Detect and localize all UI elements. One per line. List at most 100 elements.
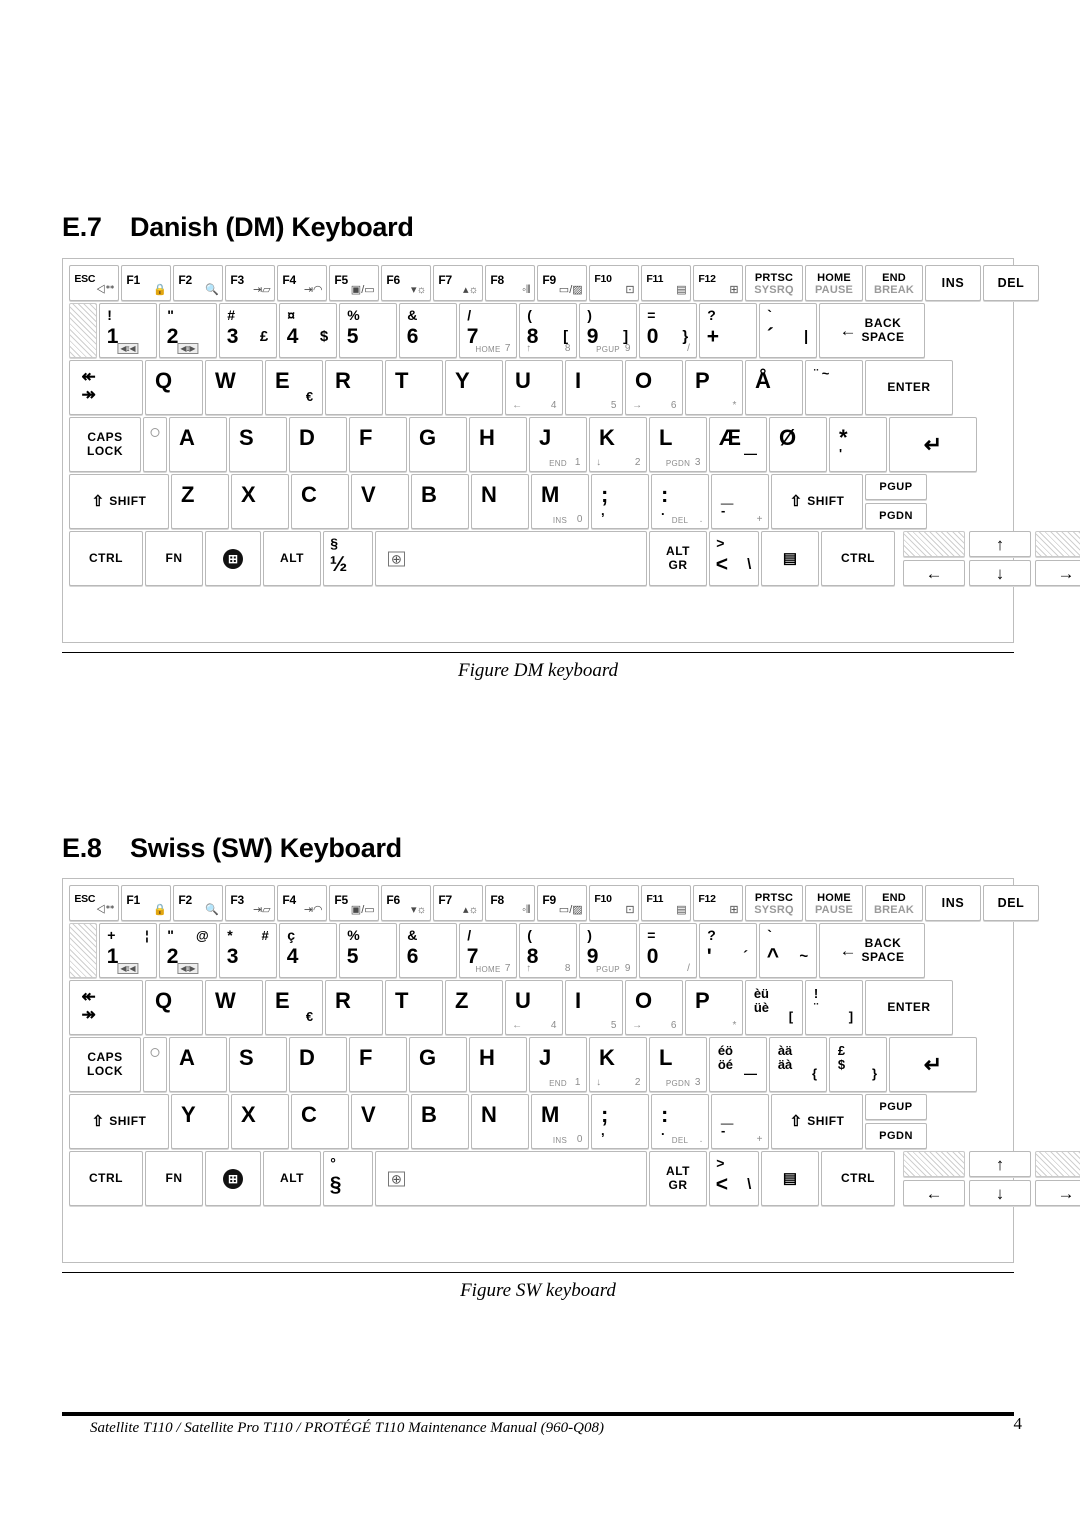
key-arrow-up[interactable]: ↑ (969, 1151, 1031, 1177)
key-3[interactable]: #3 £ (219, 303, 277, 358)
key-display-switch-icon[interactable]: F5 ▣/▭ (329, 885, 379, 921)
key--[interactable]: ? ' ´ (699, 923, 757, 978)
key-pgup[interactable]: PGUP (865, 474, 927, 500)
key-v[interactable]: V (351, 1094, 409, 1149)
key-0[interactable]: = 0 / (639, 923, 697, 978)
key-z[interactable]: Z (445, 980, 503, 1035)
key-arrow-left[interactable]: ← (903, 560, 965, 586)
key-home-pause-key[interactable]: HOME PAUSE (805, 885, 863, 921)
key-ctrl[interactable]: CTRL (69, 1151, 143, 1206)
key-o[interactable]: O 6 → (625, 360, 683, 415)
key-speaker-mute-icon[interactable]: ESC ◁ᕯ (69, 885, 119, 921)
key-g[interactable]: G (409, 1037, 467, 1092)
key-x[interactable]: X (231, 1094, 289, 1149)
key-h[interactable]: H (469, 1037, 527, 1092)
key-3[interactable]: * #3 (219, 923, 277, 978)
key-backspace[interactable]: ← BACK SPACE (819, 923, 925, 978)
key-insert-key[interactable]: INS (925, 265, 981, 301)
key--[interactable]: Æ — (709, 417, 767, 472)
key-w[interactable]: W (205, 980, 263, 1035)
key-y[interactable]: Y (445, 360, 503, 415)
key-space[interactable]: ⊕ (375, 531, 647, 586)
key-w[interactable]: W (205, 360, 263, 415)
key--[interactable]: Å (745, 360, 803, 415)
key-arrow-down[interactable]: ↓ (969, 560, 1031, 586)
key-wireless-icon[interactable]: F8 ◦⫴ (485, 885, 535, 921)
key--[interactable]: > < \ (709, 1151, 759, 1206)
key-pgup[interactable]: PGUP (865, 1094, 927, 1120)
key-a[interactable]: A (169, 1037, 227, 1092)
key--[interactable]: ` ´ | (759, 303, 817, 358)
key-hibernate-icon[interactable]: F4 ⇥◠ (277, 885, 327, 921)
key-scroll-lock-icon[interactable]: F12 ⊞ (693, 265, 743, 301)
key-home-pause-key[interactable]: HOME PAUSE (805, 265, 863, 301)
key-end-break-key[interactable]: END BREAK (865, 265, 923, 301)
key-u[interactable]: U 4 ← (505, 360, 563, 415)
key-k[interactable]: K 2 ↓ (589, 1037, 647, 1092)
key-d[interactable]: D (289, 1037, 347, 1092)
key-s[interactable]: S (229, 417, 287, 472)
key-alt[interactable]: ALT (263, 1151, 321, 1206)
key-print-screen-key[interactable]: PRTSC SYSRQ (745, 885, 803, 921)
key-l[interactable]: L PGDN 3 (649, 1037, 707, 1092)
key-c[interactable]: C (291, 474, 349, 529)
key-h[interactable]: H (469, 417, 527, 472)
key--[interactable]: ¨ ~ (805, 360, 863, 415)
key-7[interactable]: /7 HOME 7 (459, 303, 517, 358)
key-touchpad-icon[interactable]: F9 ▭/▨ (537, 265, 587, 301)
key-ctrl[interactable]: CTRL (821, 1151, 895, 1206)
key-q[interactable]: Q (145, 980, 203, 1035)
key-s[interactable]: S (229, 1037, 287, 1092)
key-ctrl[interactable]: CTRL (821, 531, 895, 586)
key-pgdn[interactable]: PGDN (865, 503, 927, 529)
key--[interactable]: * ' (829, 417, 887, 472)
key-p[interactable]: P * (685, 360, 743, 415)
key-i[interactable]: I5 (565, 360, 623, 415)
key-m[interactable]: M INS 0 (531, 474, 589, 529)
key-q[interactable]: Q (145, 360, 203, 415)
key-m[interactable]: M INS 0 (531, 1094, 589, 1149)
key-5[interactable]: % 5 (339, 923, 397, 978)
key-p[interactable]: P * (685, 980, 743, 1035)
key-k[interactable]: K 2 ↓ (589, 417, 647, 472)
key-arrow-right[interactable]: → (1035, 560, 1080, 586)
key-c[interactable]: C (291, 1094, 349, 1149)
key--[interactable]: éö öé — (709, 1037, 767, 1092)
key-numeric-keypad-icon[interactable]: F11 ▤ (641, 885, 691, 921)
key-7[interactable]: /7 HOME 7 (459, 923, 517, 978)
key-x[interactable]: X (231, 474, 289, 529)
key-enter[interactable]: ENTER (865, 980, 953, 1035)
key--[interactable]: ° § (323, 1151, 373, 1206)
key-g[interactable]: G (409, 417, 467, 472)
key-brightness-up-icon[interactable]: F7 ▴☼ (433, 265, 483, 301)
key-j[interactable]: J END 1 (529, 1037, 587, 1092)
key-e[interactable]: E € (265, 360, 323, 415)
key-tab[interactable]: ↞ ↠ (69, 360, 143, 415)
key-8[interactable]: (8 8 ↑ (519, 923, 577, 978)
key-wireless-icon[interactable]: F8 ◦⫴ (485, 265, 535, 301)
key-application-menu[interactable]: ▤ (761, 1151, 819, 1206)
key--[interactable]: > < \ (709, 531, 759, 586)
key-brightness-up-icon[interactable]: F7 ▴☼ (433, 885, 483, 921)
key-numeric-keypad-icon[interactable]: F11 ▤ (641, 265, 691, 301)
key-shift[interactable]: ⇧ SHIFT (771, 474, 863, 529)
key-windows[interactable]: ⊞ (205, 1151, 261, 1206)
key-scroll-lock-icon[interactable]: F12 ⊞ (693, 885, 743, 921)
key-cursor-overlay-icon[interactable]: F10 ⊡ (589, 265, 639, 301)
key-2[interactable]: " @2 ◀ɪ▶ (159, 923, 217, 978)
key-lock-icon[interactable]: F1 🔒 (121, 265, 171, 301)
key--[interactable]: Ø (769, 417, 827, 472)
key-fn[interactable]: FN (145, 1151, 203, 1206)
key-alt[interactable]: ALT (263, 531, 321, 586)
key-print-screen-key[interactable]: PRTSC SYSRQ (745, 265, 803, 301)
key-brightness-down-icon[interactable]: F6 ▾☼ (381, 265, 431, 301)
key-backspace[interactable]: ← BACK SPACE (819, 303, 925, 358)
key--[interactable]: :. DEL. (651, 474, 709, 529)
key-9[interactable]: ) 9] PGUP 9 (579, 303, 637, 358)
key--[interactable]: ;, (591, 474, 649, 529)
key-t[interactable]: T (385, 980, 443, 1035)
key-9[interactable]: ) 9 PGUP 9 (579, 923, 637, 978)
key--[interactable]: _ - + (711, 1094, 769, 1149)
key-1[interactable]: + ¦ 1 ◀ɪ◀ (99, 923, 157, 978)
key-5[interactable]: % 5 (339, 303, 397, 358)
